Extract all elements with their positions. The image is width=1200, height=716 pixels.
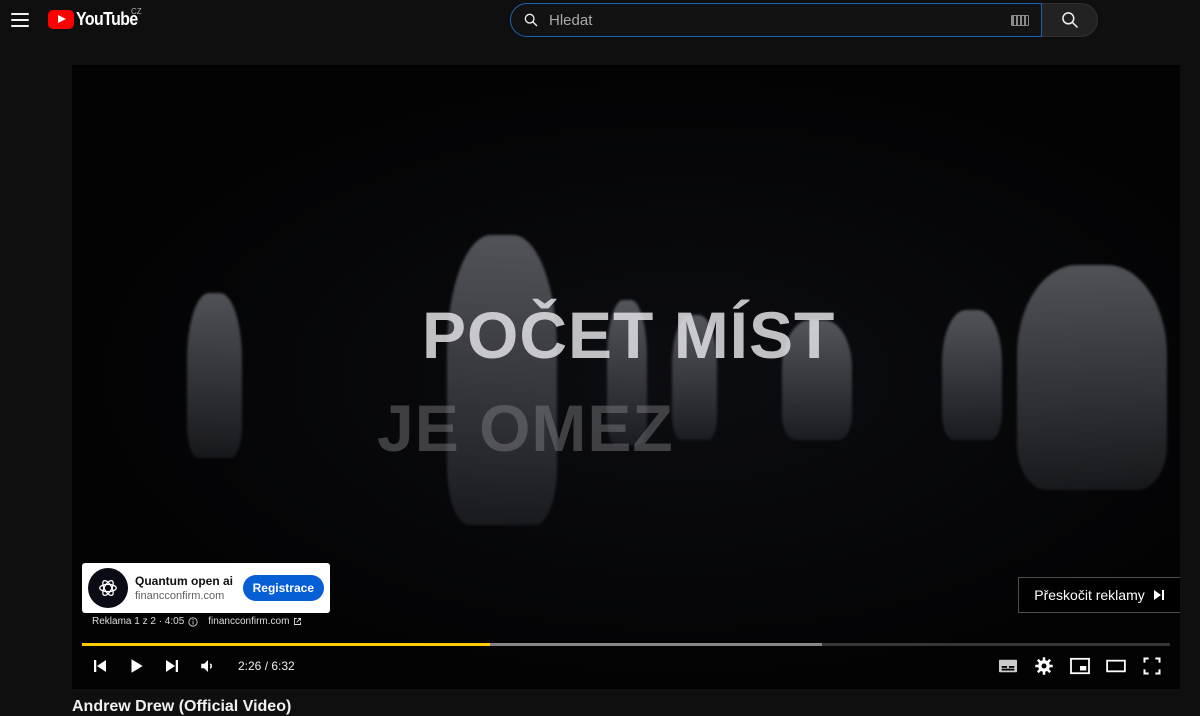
volume-button[interactable] [190, 651, 226, 681]
skip-next-icon [166, 660, 178, 672]
theater-mode-icon [1106, 659, 1126, 673]
video-overlay-text-1: POČET MÍST [422, 298, 836, 372]
ad-info: Reklama 1 z 2 · 4:05 financconfirm.com [92, 616, 302, 627]
ghost-figure [447, 235, 557, 525]
volume-icon [201, 660, 212, 672]
gear-icon [1035, 657, 1053, 675]
play-button[interactable] [118, 651, 154, 681]
youtube-logo[interactable]: YouTube CZ [48, 7, 146, 30]
search-input[interactable] [549, 11, 1011, 29]
keyboard-icon[interactable] [1011, 14, 1029, 26]
ad-texts: Quantum open ai financconfirm.com [135, 574, 243, 602]
next-button[interactable] [154, 651, 190, 681]
subtitles-icon [999, 659, 1017, 673]
skip-next-icon [1153, 590, 1164, 600]
time-display: 2:26 / 6:32 [238, 659, 295, 673]
fullscreen-icon [1143, 657, 1161, 675]
ghost-figure [1017, 265, 1167, 490]
miniplayer-button[interactable] [1062, 651, 1098, 681]
search-bar [510, 3, 1098, 37]
video-title: Andrew Drew (Official Video) [72, 698, 292, 715]
video-overlay-text-2: JE OMEZ [377, 391, 674, 465]
fullscreen-button[interactable] [1134, 651, 1170, 681]
previous-button[interactable] [82, 651, 118, 681]
skip-ads-button[interactable]: Přeskočit reklamy [1018, 577, 1180, 613]
play-icon [131, 659, 143, 673]
ghost-figure [187, 293, 242, 458]
subtitles-button[interactable] [990, 651, 1026, 681]
ad-card[interactable]: Quantum open ai financconfirm.com Regist… [82, 563, 330, 613]
theater-mode-button[interactable] [1098, 651, 1134, 681]
skip-previous-icon [94, 660, 106, 672]
video-player[interactable]: POČET MÍST JE OMEZ Quantum open ai finan… [72, 65, 1180, 689]
masthead: YouTube CZ [0, 0, 1200, 40]
logo-text: YouTube [76, 9, 138, 29]
external-link-icon [294, 618, 302, 625]
progress-bar[interactable] [82, 643, 1170, 646]
country-code: CZ [131, 7, 142, 16]
player-controls: 2:26 / 6:32 [82, 651, 1170, 681]
info-icon[interactable] [188, 616, 198, 627]
search-icon [1061, 12, 1078, 29]
skip-ads-label: Přeskočit reklamy [1034, 587, 1145, 603]
ad-info-url[interactable]: financconfirm.com [208, 616, 289, 627]
ad-logo-icon [88, 568, 128, 608]
youtube-play-logo-icon [48, 10, 74, 29]
miniplayer-icon [1070, 657, 1090, 675]
ad-url: financconfirm.com [135, 590, 225, 602]
ad-title: Quantum open ai [135, 574, 234, 588]
search-icon [524, 13, 538, 27]
ghost-figure [942, 310, 1002, 440]
settings-button[interactable] [1026, 651, 1062, 681]
ad-count-label: Reklama 1 z 2 · 4:05 [92, 616, 185, 627]
progress-played [82, 643, 490, 646]
ad-register-button[interactable]: Registrace [242, 575, 324, 601]
search-box [510, 3, 1042, 37]
search-button[interactable] [1042, 3, 1098, 37]
menu-icon[interactable] [8, 8, 32, 32]
